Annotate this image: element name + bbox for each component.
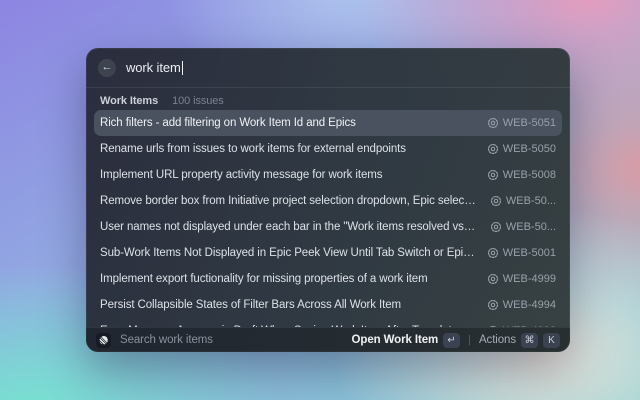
results-list: Rich filters - add filtering on Work Ite…	[86, 107, 570, 327]
item-id: WEB-50...	[505, 195, 556, 207]
item-title: Rich filters - add filtering on Work Ite…	[100, 117, 356, 129]
k-key-badge: K	[543, 332, 560, 348]
item-id-group: WEB-5008	[487, 169, 556, 181]
item-id-group: WEB-5001	[487, 247, 556, 259]
item-id-group: WEB-5051	[487, 117, 556, 129]
linear-app-icon	[96, 332, 111, 348]
open-work-item-label: Open Work Item	[351, 334, 439, 346]
text-caret	[181, 60, 184, 75]
item-id-group: WEB-50...	[490, 195, 556, 207]
list-item[interactable]: User names not displayed under each bar …	[94, 214, 562, 240]
arrow-left-icon: ←	[101, 61, 113, 73]
backlog-status-icon	[487, 273, 498, 285]
list-item[interactable]: Remove border box from Initiative projec…	[94, 188, 562, 214]
footer-search-input[interactable]: Search work items	[120, 334, 352, 346]
item-title: Implement URL property activity message …	[100, 169, 383, 181]
search-query-text: work item	[126, 60, 181, 75]
item-title: User names not displayed under each bar …	[100, 221, 490, 233]
list-item[interactable]: Rich filters - add filtering on Work Ite…	[94, 110, 562, 136]
actions-button[interactable]: Actions ⌘ K	[478, 332, 560, 348]
enter-key-badge: ↵	[443, 332, 461, 348]
command-palette-dialog: ← work item Work Items 100 issues Rich f…	[86, 48, 570, 352]
section-header: Work Items 100 issues	[86, 88, 570, 107]
item-id: WEB-5051	[502, 117, 556, 129]
backlog-status-icon	[490, 195, 501, 207]
item-title: Rename urls from issues to work items fo…	[100, 143, 406, 155]
back-button[interactable]: ←	[98, 58, 116, 77]
backlog-status-icon	[490, 221, 501, 233]
item-id-group: WEB-4999	[487, 273, 556, 285]
backlog-status-icon	[487, 117, 498, 129]
backlog-status-icon	[487, 299, 498, 311]
item-id: WEB-5008	[502, 169, 556, 181]
cmd-key-badge: ⌘	[521, 332, 538, 348]
footer-actions: Open Work Item ↵ | Actions ⌘ K	[351, 332, 560, 348]
item-id: WEB-50...	[505, 221, 556, 233]
section-count: 100 issues	[172, 94, 224, 107]
item-id-group: WEB-50...	[490, 221, 556, 233]
list-item[interactable]: Sub-Work Items Not Displayed in Epic Pee…	[94, 240, 562, 266]
search-input[interactable]: work item	[126, 60, 184, 75]
backlog-status-icon	[487, 247, 498, 259]
footer-bar: Search work items Open Work Item ↵ | Act…	[86, 327, 570, 352]
backlog-status-icon	[487, 143, 498, 155]
item-id-group: WEB-4994	[487, 299, 556, 311]
list-item[interactable]: Persist Collapsible States of Filter Bar…	[94, 292, 562, 318]
backlog-status-icon	[487, 169, 498, 181]
linear-logo-icon	[99, 335, 108, 344]
list-item[interactable]: Error Message Appears in Draft When Savi…	[94, 318, 562, 327]
footer-divider: |	[468, 334, 471, 346]
item-id: WEB-4999	[502, 273, 556, 285]
actions-label: Actions	[478, 334, 516, 346]
list-item[interactable]: Implement export fuctionality for missin…	[94, 266, 562, 292]
item-id-group: WEB-5050	[487, 143, 556, 155]
open-work-item-button[interactable]: Open Work Item ↵	[351, 332, 461, 348]
item-title: Implement export fuctionality for missin…	[100, 273, 428, 285]
section-title: Work Items	[100, 94, 159, 107]
search-header: ← work item	[86, 48, 570, 88]
list-item[interactable]: Implement URL property activity message …	[94, 162, 562, 188]
item-id: WEB-5001	[502, 247, 556, 259]
item-id: WEB-4994	[502, 299, 556, 311]
item-id: WEB-5050	[502, 143, 556, 155]
item-title: Remove border box from Initiative projec…	[100, 195, 490, 207]
item-title: Sub-Work Items Not Displayed in Epic Pee…	[100, 247, 487, 259]
list-item[interactable]: Rename urls from issues to work items fo…	[94, 136, 562, 162]
item-title: Persist Collapsible States of Filter Bar…	[100, 299, 401, 311]
